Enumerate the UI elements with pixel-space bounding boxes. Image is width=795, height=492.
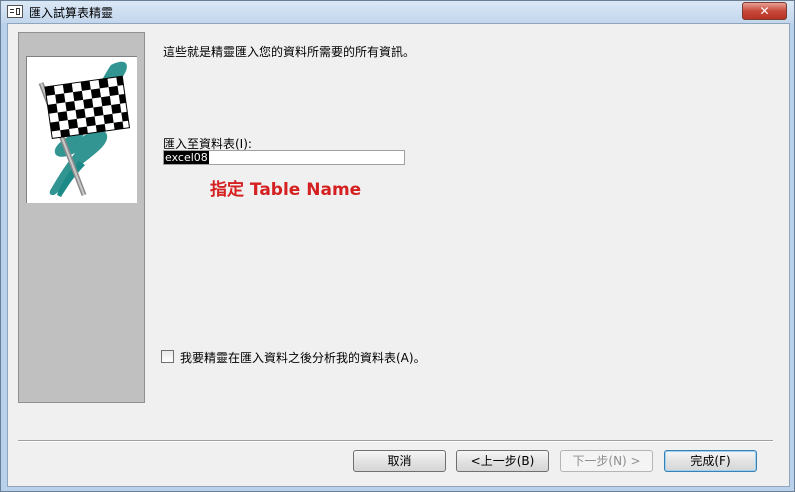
next-button[interactable]: 下一步(N) > bbox=[560, 450, 653, 472]
table-name-annotation: 指定 Table Name bbox=[210, 180, 362, 200]
table-name-value: excel08 bbox=[164, 151, 209, 164]
window-title: 匯入試算表精靈 bbox=[29, 6, 114, 20]
wizard-side-panel bbox=[18, 32, 145, 403]
title-bar[interactable]: 匯入試算表精靈 ✕ bbox=[1, 1, 794, 23]
cancel-button[interactable]: 取消 bbox=[353, 450, 446, 472]
table-name-input[interactable]: excel08 bbox=[163, 150, 405, 165]
button-separator bbox=[18, 440, 773, 442]
wizard-body: 這些就是精靈匯入您的資料所需要的所有資訊。 匯入至資料表(I): excel08… bbox=[7, 23, 790, 487]
wizard-app-icon bbox=[7, 5, 23, 18]
analyze-checkbox-label[interactable]: 我要精靈在匯入資料之後分析我的資料表(A)。 bbox=[180, 349, 426, 366]
close-button[interactable]: ✕ bbox=[742, 2, 787, 20]
wizard-window: 匯入試算表精靈 ✕ 這些就是精靈匯入您的資料所需要的所有資訊。 匯入至資料表(I… bbox=[0, 0, 795, 492]
back-button[interactable]: <上一步(B) bbox=[456, 450, 549, 472]
finish-button[interactable]: 完成(F) bbox=[664, 450, 757, 472]
analyze-checkbox[interactable] bbox=[161, 350, 174, 363]
checkered-flag-image bbox=[26, 56, 137, 203]
wizard-info-text: 這些就是精靈匯入您的資料所需要的所有資訊。 bbox=[163, 45, 416, 59]
checkered-flag-icon bbox=[38, 61, 131, 197]
